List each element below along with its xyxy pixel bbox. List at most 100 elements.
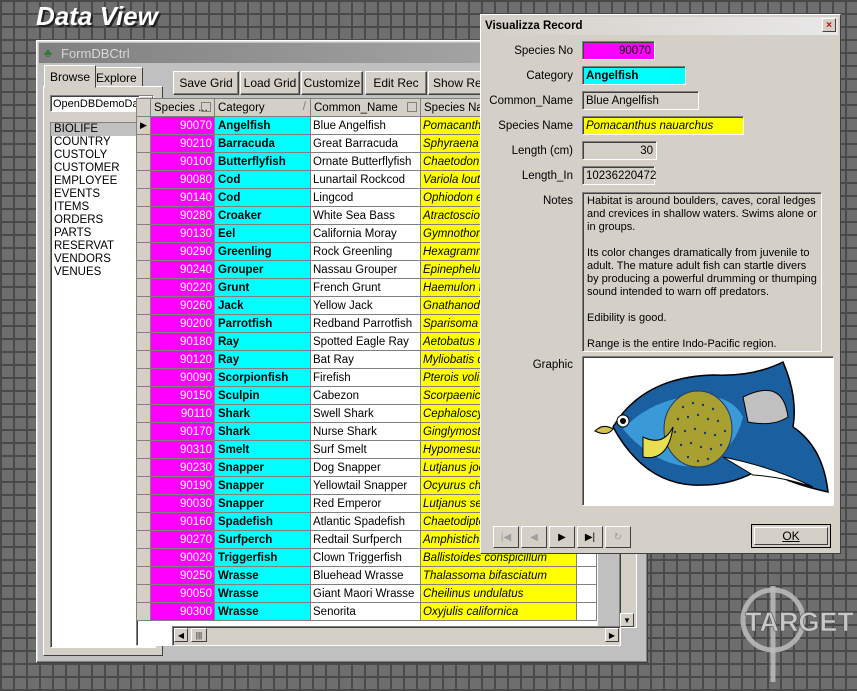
scroll-thumb[interactable]: ||| (191, 628, 207, 642)
edit-rec-button[interactable]: Edit Rec (365, 71, 427, 95)
close-icon[interactable]: × (822, 18, 836, 32)
cell-species-no[interactable]: 90190 (151, 477, 215, 495)
cell-species-no[interactable]: 90170 (151, 423, 215, 441)
column-header-common-name[interactable]: Common_Name (311, 99, 421, 117)
cell-species-no[interactable]: 90090 (151, 369, 215, 387)
ok-button[interactable]: OK (751, 524, 831, 548)
cell-species-no[interactable]: 90030 (151, 495, 215, 513)
cell-species-no[interactable]: 90200 (151, 315, 215, 333)
cell-species-no[interactable]: 90250 (151, 567, 215, 585)
cell-species-no[interactable]: 90290 (151, 243, 215, 261)
cell-common-name[interactable]: California Moray (311, 225, 421, 243)
length-cm-field[interactable]: 30 (582, 141, 657, 160)
nav-first-icon[interactable]: |◀ (493, 526, 519, 548)
cell-common-name[interactable]: Redtail Surfperch (311, 531, 421, 549)
cell-common-name[interactable]: Red Emperor (311, 495, 421, 513)
cell-category[interactable]: Barracuda (215, 135, 311, 153)
cell-common-name[interactable]: French Grunt (311, 279, 421, 297)
cell-category[interactable]: Snapper (215, 477, 311, 495)
cell-category[interactable]: Snapper (215, 459, 311, 477)
cell-category[interactable]: Ray (215, 333, 311, 351)
cell-common-name[interactable]: Rock Greenling (311, 243, 421, 261)
cell-species-no[interactable]: 90080 (151, 171, 215, 189)
cell-species-no[interactable]: 90100 (151, 153, 215, 171)
cell-common-name[interactable]: Great Barracuda (311, 135, 421, 153)
cell-category[interactable]: Sculpin (215, 387, 311, 405)
species-no-field[interactable]: 90070 (582, 41, 655, 60)
cell-species-no[interactable]: 90110 (151, 405, 215, 423)
cell-species-no[interactable]: 90300 (151, 603, 215, 621)
cell-species-name[interactable]: Thalassoma bifasciatum (421, 567, 577, 585)
cell-species-no[interactable]: 90070 (151, 117, 215, 135)
cell-category[interactable]: Greenling (215, 243, 311, 261)
cell-species-no[interactable]: 90280 (151, 207, 215, 225)
customize-button[interactable]: Customize (301, 71, 363, 95)
cell-category[interactable]: Surfperch (215, 531, 311, 549)
cell-common-name[interactable]: Nassau Grouper (311, 261, 421, 279)
cell-species-no[interactable]: 90140 (151, 189, 215, 207)
notes-memo[interactable]: Habitat is around boulders, caves, coral… (582, 192, 822, 352)
cell-common-name[interactable]: Spotted Eagle Ray (311, 333, 421, 351)
cell-category[interactable]: Grunt (215, 279, 311, 297)
cell-species-no[interactable]: 90240 (151, 261, 215, 279)
cell-common-name[interactable]: Clown Triggerfish (311, 549, 421, 567)
cell-category[interactable]: Scorpionfish (215, 369, 311, 387)
tab-explore[interactable]: Explore (90, 67, 143, 88)
cell-category[interactable]: Croaker (215, 207, 311, 225)
cell-category[interactable]: Parrotfish (215, 315, 311, 333)
scroll-left-icon[interactable]: ◀ (174, 628, 188, 642)
cell-common-name[interactable]: Redband Parrotfish (311, 315, 421, 333)
cell-common-name[interactable]: Dog Snapper (311, 459, 421, 477)
cell-category[interactable]: Grouper (215, 261, 311, 279)
grid-horizontal-scrollbar[interactable]: ◀ ||| ▶ (172, 626, 621, 646)
cell-common-name[interactable]: Firefish (311, 369, 421, 387)
cell-common-name[interactable]: Yellow Jack (311, 297, 421, 315)
cell-category[interactable]: Wrasse (215, 585, 311, 603)
cell-common-name[interactable]: Lingcod (311, 189, 421, 207)
load-grid-button[interactable]: Load Grid (240, 71, 300, 95)
nav-last-icon[interactable]: ▶| (577, 526, 603, 548)
cell-common-name[interactable]: Swell Shark (311, 405, 421, 423)
cell-species-no[interactable]: 90130 (151, 225, 215, 243)
cell-common-name[interactable]: Surf Smelt (311, 441, 421, 459)
cell-common-name[interactable]: Nurse Shark (311, 423, 421, 441)
cell-species-no[interactable]: 90120 (151, 351, 215, 369)
cell-species-no[interactable]: 90230 (151, 459, 215, 477)
cell-common-name[interactable]: Blue Angelfish (311, 117, 421, 135)
cell-species-no[interactable]: 90260 (151, 297, 215, 315)
length-in-field[interactable]: 10236220472 (582, 166, 656, 185)
cell-species-no[interactable]: 90050 (151, 585, 215, 603)
cell-species-no[interactable]: 90270 (151, 531, 215, 549)
table-row[interactable]: 90300 Wrasse Senorita Oxyjulis californica (137, 603, 597, 621)
nav-prior-icon[interactable]: ◀ (521, 526, 547, 548)
common-name-field[interactable]: Blue Angelfish (582, 91, 699, 110)
table-row[interactable]: 90050 Wrasse Giant Maori Wrasse Cheilinus u… (137, 585, 597, 603)
cell-common-name[interactable]: Lunartail Rockcod (311, 171, 421, 189)
nav-refresh-icon[interactable]: ↻ (605, 526, 631, 548)
cell-category[interactable]: Jack (215, 297, 311, 315)
column-header-species-no[interactable]: Species ... (151, 99, 215, 117)
cell-common-name[interactable]: Bluehead Wrasse (311, 567, 421, 585)
cell-category[interactable]: Ray (215, 351, 311, 369)
species-name-field[interactable]: Pomacanthus nauarchus (582, 116, 744, 135)
cell-category[interactable]: Triggerfish (215, 549, 311, 567)
cell-species-name[interactable]: Oxyjulis californica (421, 603, 577, 621)
column-header-category[interactable]: Category / (215, 99, 311, 117)
table-row[interactable]: 90250 Wrasse Bluehead Wrasse Thalassoma bif… (137, 567, 597, 585)
cell-common-name[interactable]: Cabezon (311, 387, 421, 405)
cell-category[interactable]: Cod (215, 189, 311, 207)
cell-common-name[interactable]: Bat Ray (311, 351, 421, 369)
cell-category[interactable]: Shark (215, 423, 311, 441)
scroll-right-icon[interactable]: ▶ (605, 628, 619, 642)
scroll-down-icon[interactable]: ▼ (620, 613, 634, 627)
cell-category[interactable]: Cod (215, 171, 311, 189)
category-field[interactable]: Angelfish (582, 66, 686, 85)
cell-category[interactable]: Spadefish (215, 513, 311, 531)
cell-category[interactable]: Angelfish (215, 117, 311, 135)
cell-species-no[interactable]: 90210 (151, 135, 215, 153)
cell-category[interactable]: Wrasse (215, 567, 311, 585)
cell-category[interactable]: Butterflyfish (215, 153, 311, 171)
save-grid-button[interactable]: Save Grid (173, 71, 239, 95)
cell-category[interactable]: Wrasse (215, 603, 311, 621)
cell-category[interactable]: Smelt (215, 441, 311, 459)
